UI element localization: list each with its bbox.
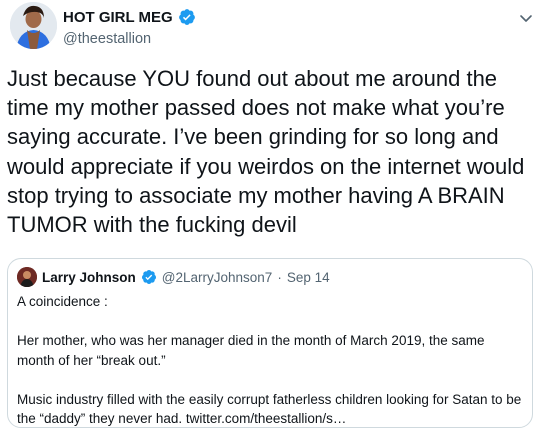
quoted-tweet-date[interactable]: Sep 14 (287, 270, 330, 285)
tweet-text: Just because YOU found out about me arou… (7, 66, 531, 238)
chevron-down-icon[interactable] (518, 10, 534, 26)
quoted-author-name[interactable]: Larry Johnson (42, 270, 136, 285)
author-handle[interactable]: @theestallion (63, 31, 196, 47)
author-avatar[interactable] (10, 2, 57, 49)
quoted-tweet[interactable]: Larry Johnson @2LarryJohnson7 · Sep 14 A… (7, 258, 533, 428)
quoted-tweet-text: A coincidence : Her mother, who was her … (17, 294, 522, 426)
meta-separator: · (277, 269, 282, 285)
verified-badge-icon (141, 269, 157, 285)
verified-badge-icon (178, 8, 196, 26)
author-name[interactable]: HOT GIRL MEG (63, 9, 173, 26)
quoted-author-handle[interactable]: @2LarryJohnson7 (162, 270, 273, 285)
quoted-tweet-header: Larry Johnson @2LarryJohnson7 · Sep 14 (17, 267, 523, 287)
quoted-author-avatar[interactable] (17, 267, 37, 287)
author-info: HOT GIRL MEG @theestallion (63, 8, 196, 47)
